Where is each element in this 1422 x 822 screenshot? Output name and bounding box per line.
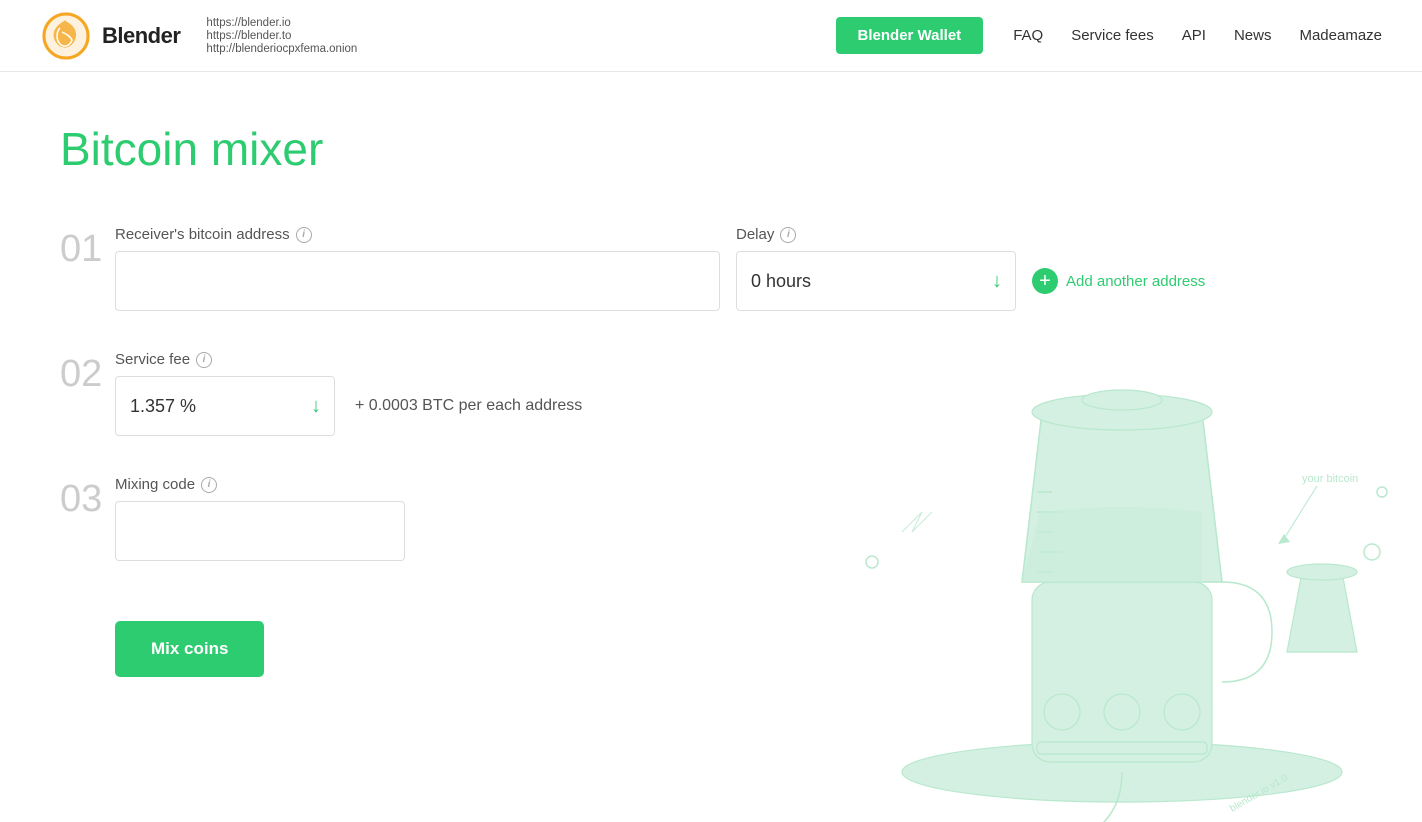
logo-url-3[interactable]: http://blenderiocpxfema.onion (206, 43, 357, 55)
page-title: Bitcoin mixer (60, 122, 1362, 176)
step-03-content: Mixing code i (115, 476, 1362, 561)
delay-label: Delay i (736, 226, 1205, 243)
step-02-content: Service fee i 1.357 % 2.000 % 3.000 % 5.… (115, 351, 1362, 436)
mixing-code-label: Mixing code i (115, 476, 1362, 493)
mixing-code-input[interactable] (115, 501, 405, 561)
add-icon: + (1032, 268, 1058, 294)
address-info-icon[interactable]: i (296, 227, 312, 243)
step-01-number: 01 (60, 230, 115, 268)
mixing-code-info-icon[interactable]: i (201, 477, 217, 493)
logo-url-1[interactable]: https://blender.io (206, 17, 357, 29)
delay-select[interactable]: 0 hours 1 hours 2 hours 6 hours 12 hours… (736, 251, 1016, 311)
logo-icon (40, 10, 92, 62)
nav: FAQ Service fees API News Madeamaze (1013, 27, 1382, 44)
nav-service-fees[interactable]: Service fees (1071, 27, 1154, 44)
nav-faq[interactable]: FAQ (1013, 27, 1043, 44)
delay-select-wrapper: 0 hours 1 hours 2 hours 6 hours 12 hours… (736, 251, 1016, 311)
step-02-number: 02 (60, 355, 115, 393)
step-02-row: 02 Service fee i 1.357 % 2.000 % 3.000 %… (60, 351, 1362, 436)
header: Blender https://blender.io https://blend… (0, 0, 1422, 72)
logo-urls: https://blender.io https://blender.to ht… (206, 17, 357, 55)
address-label: Receiver's bitcoin address i (115, 226, 720, 243)
step-01-row: 01 Receiver's bitcoin address i Delay i (60, 226, 1362, 311)
nav-news[interactable]: News (1234, 27, 1272, 44)
fee-note: + 0.0003 BTC per each address (355, 397, 582, 415)
step-01-content: Receiver's bitcoin address i Delay i 0 (115, 226, 1362, 311)
service-fee-label: Service fee i (115, 351, 1362, 368)
nav-api[interactable]: API (1182, 27, 1206, 44)
blender-wallet-button[interactable]: Blender Wallet (836, 17, 984, 54)
logo-area: Blender https://blender.io https://blend… (40, 10, 357, 62)
bitcoin-address-input[interactable] (115, 251, 720, 311)
logo-url-2[interactable]: https://blender.to (206, 30, 357, 42)
service-fee-select[interactable]: 1.357 % 2.000 % 3.000 % 5.000 % (115, 376, 335, 436)
add-address-button[interactable]: + Add another address (1032, 268, 1205, 294)
nav-madeamaze[interactable]: Madeamaze (1299, 27, 1382, 44)
main-content: .il { fill: none; stroke: #b8e8cd; strok… (0, 72, 1422, 822)
step-03-number: 03 (60, 480, 115, 518)
service-fee-info-icon[interactable]: i (196, 352, 212, 368)
delay-info-icon[interactable]: i (780, 227, 796, 243)
mix-coins-button[interactable]: Mix coins (115, 621, 264, 677)
svg-text:blender.io v1.0: blender.io v1.0 (1228, 772, 1290, 814)
step02-fields: 1.357 % 2.000 % 3.000 % 5.000 % ↓ + 0.00… (115, 376, 1362, 436)
step-03-row: 03 Mixing code i (60, 476, 1362, 561)
logo-text: Blender (102, 23, 180, 49)
service-fee-wrapper: 1.357 % 2.000 % 3.000 % 5.000 % ↓ (115, 376, 335, 436)
